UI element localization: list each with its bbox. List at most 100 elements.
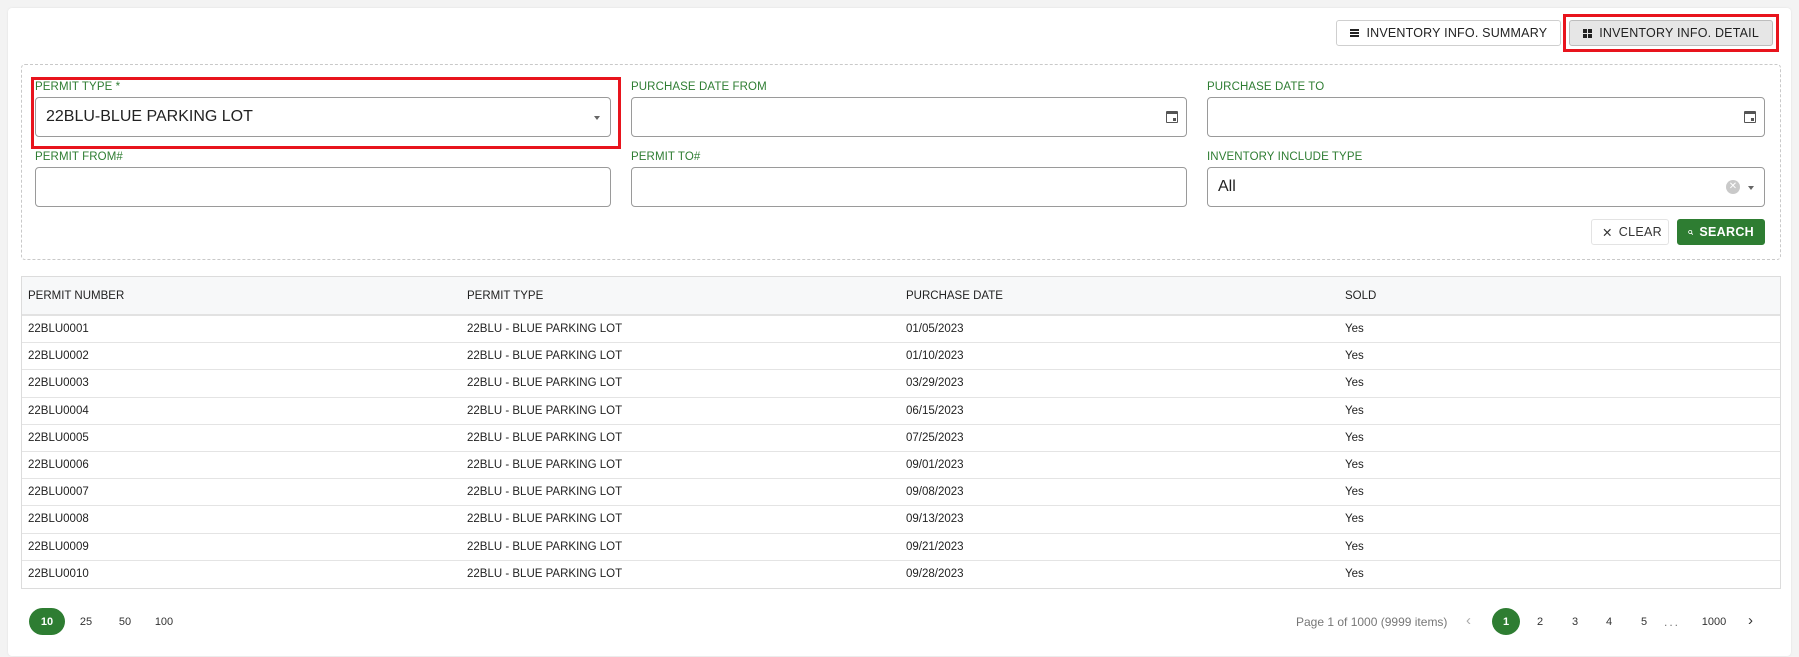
cell-permit-type: 22BLU - BLUE PARKING LOT: [467, 377, 623, 390]
cell-permit-number: 22BLU0009: [28, 540, 89, 553]
page-size-50[interactable]: 50: [107, 608, 143, 635]
search-label: SEARCH: [1699, 225, 1754, 239]
cell-permit-type: 22BLU - BLUE PARKING LOT: [467, 486, 623, 499]
cell-sold: Yes: [1345, 431, 1364, 444]
chevron-right-icon[interactable]: ›: [1748, 612, 1753, 629]
cell-sold: Yes: [1345, 377, 1364, 390]
cell-sold: Yes: [1345, 459, 1364, 472]
inventory-table: PERMIT NUMBER PERMIT TYPE PURCHASE DATE …: [21, 276, 1781, 589]
view-toggle: INVENTORY INFO. SUMMARY INVENTORY INFO. …: [1336, 14, 1779, 52]
column-header-permit-number[interactable]: PERMIT NUMBER: [22, 290, 461, 302]
cell-purchase-date: 06/15/2023: [906, 404, 964, 417]
page-button-3[interactable]: 3: [1561, 608, 1589, 635]
clear-label: CLEAR: [1618, 225, 1662, 239]
table-row[interactable]: 22BLU0004 22BLU - BLUE PARKING LOT 06/15/2…: [22, 398, 1780, 425]
clear-selection-icon[interactable]: ✕: [1726, 180, 1740, 194]
cell-permit-type: 22BLU - BLUE PARKING LOT: [467, 540, 623, 553]
close-icon: ✕: [1602, 225, 1613, 240]
cell-permit-type: 22BLU - BLUE PARKING LOT: [467, 431, 623, 444]
cell-permit-type: 22BLU - BLUE PARKING LOT: [467, 513, 623, 526]
table-row[interactable]: 22BLU0005 22BLU - BLUE PARKING LOT 07/25/2…: [22, 425, 1780, 452]
permit-to-input[interactable]: [631, 167, 1187, 207]
table-row[interactable]: 22BLU0006 22BLU - BLUE PARKING LOT 09/01/2…: [22, 452, 1780, 480]
cell-permit-number: 22BLU0007: [28, 486, 89, 499]
search-icon: [1688, 229, 1694, 235]
page-info: Page 1 of 1000 (9999 items): [1296, 615, 1448, 629]
cell-permit-type: 22BLU - BLUE PARKING LOT: [467, 459, 623, 472]
purchase-date-from-field: PURCHASE DATE FROM: [631, 81, 1187, 141]
table-row[interactable]: 22BLU0010 22BLU - BLUE PARKING LOT 09/28/2…: [22, 561, 1780, 588]
inventory-page: INVENTORY INFO. SUMMARY INVENTORY INFO. …: [8, 8, 1791, 656]
chevron-down-icon: [594, 116, 600, 120]
table-row[interactable]: 22BLU0003 22BLU - BLUE PARKING LOT 03/29/2…: [22, 370, 1780, 398]
inventory-detail-button[interactable]: INVENTORY INFO. DETAIL: [1569, 20, 1773, 46]
permit-to-field: PERMIT TO#: [631, 151, 1187, 211]
permit-from-field: PERMIT FROM#: [35, 151, 611, 211]
search-button[interactable]: SEARCH: [1677, 219, 1765, 245]
purchase-date-to-field: PURCHASE DATE TO: [1207, 81, 1765, 141]
inventory-include-type-select[interactable]: All ✕: [1207, 167, 1765, 207]
table-row[interactable]: 22BLU0009 22BLU - BLUE PARKING LOT 09/21/2…: [22, 534, 1780, 561]
cell-purchase-date: 09/13/2023: [906, 513, 964, 526]
table-row[interactable]: 22BLU0007 22BLU - BLUE PARKING LOT 09/08/2…: [22, 479, 1780, 507]
permit-from-input[interactable]: [35, 167, 611, 207]
table-header: PERMIT NUMBER PERMIT TYPE PURCHASE DATE …: [22, 277, 1780, 316]
column-header-sold[interactable]: SOLD: [1339, 290, 1778, 302]
cell-permit-number: 22BLU0006: [28, 459, 89, 472]
chevron-left-icon[interactable]: ‹: [1466, 612, 1471, 629]
cell-sold: Yes: [1345, 568, 1364, 581]
page-button-5[interactable]: 5: [1630, 608, 1658, 635]
inventory-include-type-value: All: [1218, 178, 1236, 195]
cell-permit-number: 22BLU0008: [28, 513, 89, 526]
cell-sold: Yes: [1345, 323, 1364, 336]
cell-purchase-date: 01/05/2023: [906, 323, 964, 336]
cell-purchase-date: 09/01/2023: [906, 459, 964, 472]
clear-button[interactable]: ✕ CLEAR: [1591, 219, 1669, 245]
page-button-4[interactable]: 4: [1595, 608, 1623, 635]
permit-to-label: PERMIT TO#: [631, 151, 701, 163]
purchase-date-from-label: PURCHASE DATE FROM: [631, 81, 767, 93]
page-size-10[interactable]: 10: [29, 608, 65, 635]
table-row[interactable]: 22BLU0008 22BLU - BLUE PARKING LOT 09/13/2…: [22, 506, 1780, 534]
cell-purchase-date: 09/08/2023: [906, 486, 964, 499]
cell-permit-number: 22BLU0010: [28, 568, 89, 581]
inventory-summary-label: INVENTORY INFO. SUMMARY: [1366, 26, 1548, 40]
filter-panel: PERMIT TYPE * 22BLU-BLUE PARKING LOT PUR…: [21, 64, 1781, 260]
cell-sold: Yes: [1345, 513, 1364, 526]
column-header-purchase-date[interactable]: PURCHASE DATE: [900, 290, 1339, 302]
list-icon: [1350, 29, 1360, 37]
cell-permit-number: 22BLU0005: [28, 431, 89, 444]
purchase-date-to-input[interactable]: [1207, 97, 1765, 137]
page-button-1[interactable]: 1: [1492, 608, 1520, 635]
table-row[interactable]: 22BLU0001 22BLU - BLUE PARKING LOT 01/05/2…: [22, 316, 1780, 344]
cell-permit-number: 22BLU0003: [28, 377, 89, 390]
permit-type-label: PERMIT TYPE *: [35, 81, 121, 93]
calendar-icon[interactable]: [1166, 111, 1178, 123]
inventory-include-type-field: INVENTORY INCLUDE TYPE All ✕: [1207, 151, 1765, 211]
purchase-date-to-label: PURCHASE DATE TO: [1207, 81, 1325, 93]
table-body: 22BLU0001 22BLU - BLUE PARKING LOT 01/05/2…: [22, 316, 1780, 588]
purchase-date-from-input[interactable]: [631, 97, 1187, 137]
cell-purchase-date: 09/28/2023: [906, 568, 964, 581]
page-button-2[interactable]: 2: [1526, 608, 1554, 635]
cell-sold: Yes: [1345, 350, 1364, 363]
permit-type-value: 22BLU-BLUE PARKING LOT: [46, 108, 253, 125]
calendar-icon[interactable]: [1744, 111, 1756, 123]
cell-permit-number: 22BLU0001: [28, 323, 89, 336]
page-button-last[interactable]: 1000: [1696, 608, 1732, 635]
cell-permit-number: 22BLU0004: [28, 404, 89, 417]
permit-from-label: PERMIT FROM#: [35, 151, 123, 163]
column-header-permit-type[interactable]: PERMIT TYPE: [461, 290, 900, 302]
page-size-100[interactable]: 100: [146, 608, 182, 635]
table-row[interactable]: 22BLU0002 22BLU - BLUE PARKING LOT 01/10/2…: [22, 343, 1780, 371]
inventory-summary-button[interactable]: INVENTORY INFO. SUMMARY: [1336, 20, 1562, 46]
cell-purchase-date: 03/29/2023: [906, 377, 964, 390]
cell-permit-type: 22BLU - BLUE PARKING LOT: [467, 323, 623, 336]
page-size-25[interactable]: 25: [68, 608, 104, 635]
cell-sold: Yes: [1345, 540, 1364, 553]
permit-type-select[interactable]: 22BLU-BLUE PARKING LOT: [35, 97, 611, 137]
cell-sold: Yes: [1345, 404, 1364, 417]
cell-purchase-date: 07/25/2023: [906, 431, 964, 444]
permit-type-field: PERMIT TYPE * 22BLU-BLUE PARKING LOT: [35, 81, 611, 141]
cell-permit-type: 22BLU - BLUE PARKING LOT: [467, 404, 623, 417]
